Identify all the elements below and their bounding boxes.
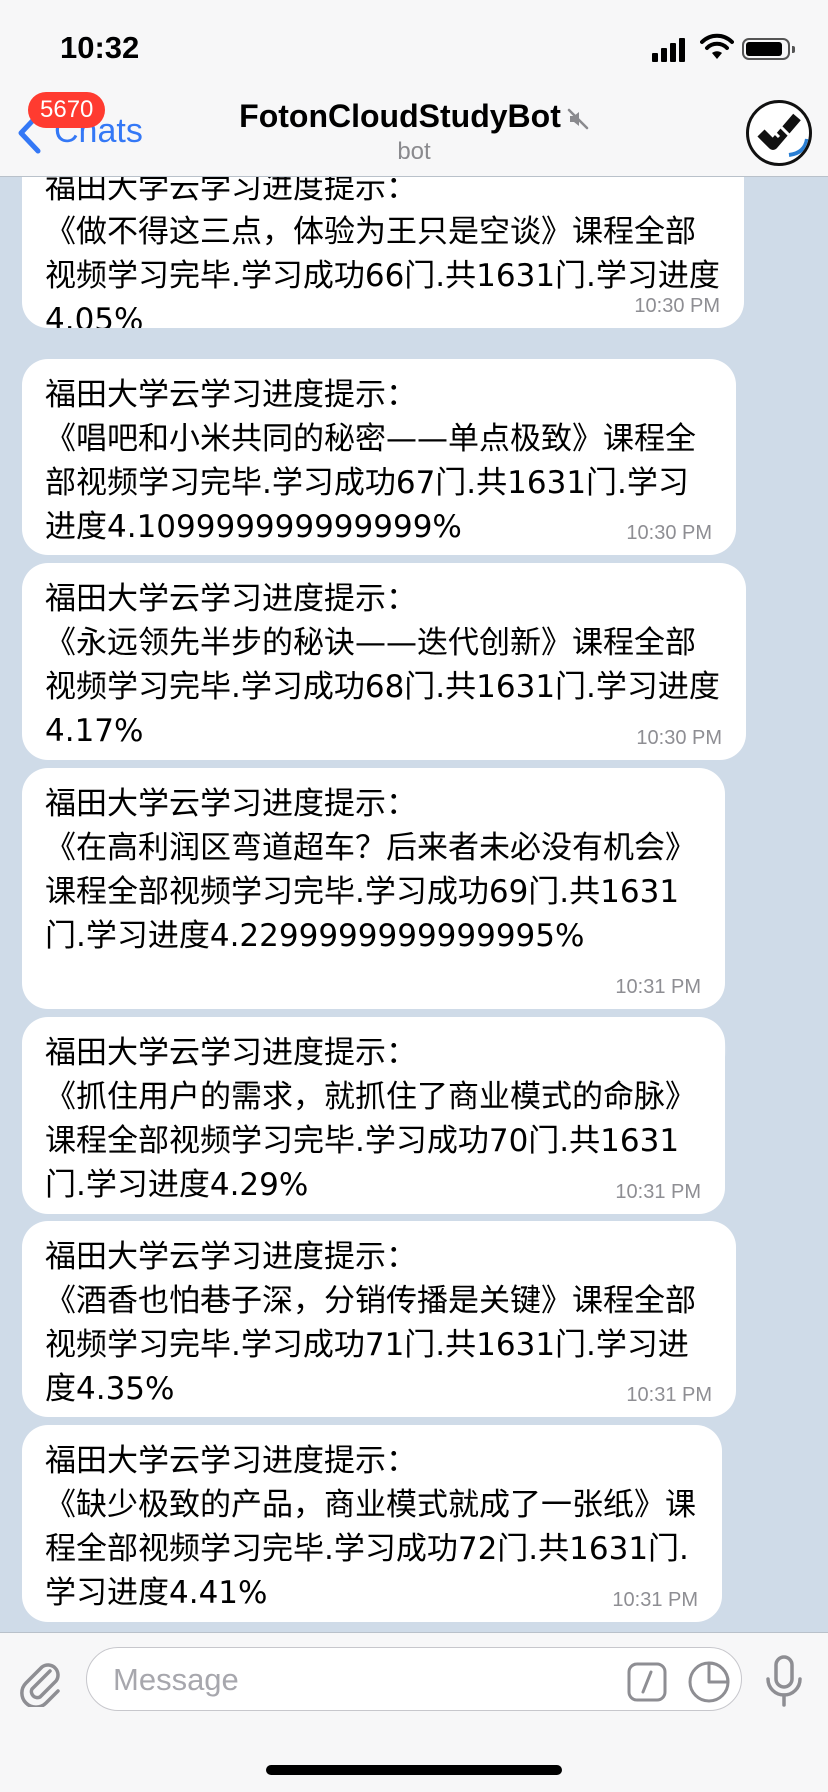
message-time: 10:30 PM (636, 727, 722, 749)
message-time: 10:31 PM (615, 1181, 701, 1203)
message-bubble[interactable]: 福田大学云学习进度提示： 《做不得这三点，体验为王只是空谈》课程全部视频学习完毕… (22, 176, 744, 328)
message-list[interactable]: 福田大学云学习进度提示： 《做不得这三点，体验为王只是空谈》课程全部视频学习完毕… (0, 176, 828, 1632)
sticker-icon[interactable] (687, 1660, 731, 1704)
chat-title-text: FotonCloudStudyBot (239, 98, 561, 134)
message-time: 10:31 PM (615, 976, 701, 998)
navigation-header: 10:32 Chats 5670 FotonCloudStudyBot bot (0, 0, 828, 177)
message-input-bar (0, 1632, 828, 1792)
message-time: 10:30 PM (626, 522, 712, 544)
command-icon[interactable] (627, 1662, 667, 1702)
chat-title[interactable]: FotonCloudStudyBot (0, 98, 828, 135)
message-time: 10:31 PM (626, 1384, 712, 1406)
message-text: 福田大学云学习进度提示： 《在高利润区弯道超车？后来者未必没有机会》课程全部视频… (45, 786, 696, 954)
message-text: 福田大学云学习进度提示： 《缺少极致的产品，商业模式就成了一张纸》课程全部视频学… (45, 1443, 696, 1611)
unread-badge: 5670 (28, 92, 106, 128)
status-time: 10:32 (60, 30, 140, 65)
chat-subtitle: bot (397, 138, 431, 165)
message-bubble[interactable]: 福田大学云学习进度提示： 《在高利润区弯道超车？后来者未必没有机会》课程全部视频… (22, 768, 725, 1009)
message-time: 10:30 PM (634, 295, 720, 317)
message-bubble[interactable]: 福田大学云学习进度提示： 《永远领先半步的秘诀——迭代创新》课程全部视频学习完毕… (22, 563, 746, 760)
message-bubble[interactable]: 福田大学云学习进度提示： 《抓住用户的需求，就抓住了商业模式的命脉》课程全部视频… (22, 1017, 725, 1214)
message-text: 福田大学云学习进度提示： 《永远领先半步的秘诀——迭代创新》课程全部视频学习完毕… (45, 581, 720, 749)
message-text: 福田大学云学习进度提示： 《抓住用户的需求，就抓住了商业模式的命脉》课程全部视频… (45, 1035, 696, 1203)
message-text: 福田大学云学习进度提示： 《做不得这三点，体验为王只是空谈》课程全部视频学习完毕… (45, 176, 720, 328)
microphone-icon[interactable] (764, 1655, 804, 1709)
message-bubble[interactable]: 福田大学云学习进度提示： 《唱吧和小米共同的秘密——单点极致》课程全部视频学习完… (22, 359, 736, 555)
mute-icon (567, 108, 589, 129)
message-bubble[interactable]: 福田大学云学习进度提示： 《缺少极致的产品，商业模式就成了一张纸》课程全部视频学… (22, 1425, 722, 1622)
signal-icon (652, 36, 692, 62)
home-indicator (266, 1765, 562, 1775)
battery-icon (742, 38, 795, 60)
message-text: 福田大学云学习进度提示： 《酒香也怕巷子深，分销传播是关键》课程全部视频学习完毕… (45, 1239, 696, 1407)
message-bubble[interactable]: 福田大学云学习进度提示： 《酒香也怕巷子深，分销传播是关键》课程全部视频学习完毕… (22, 1221, 736, 1417)
message-time: 10:31 PM (612, 1589, 698, 1611)
bot-avatar-icon[interactable] (746, 100, 812, 166)
message-field[interactable] (86, 1647, 742, 1712)
wifi-icon (700, 33, 734, 59)
attach-icon[interactable] (20, 1659, 64, 1707)
message-input[interactable] (111, 1648, 615, 1712)
message-text: 福田大学云学习进度提示： 《唱吧和小米共同的秘密——单点极致》课程全部视频学习完… (45, 377, 696, 545)
